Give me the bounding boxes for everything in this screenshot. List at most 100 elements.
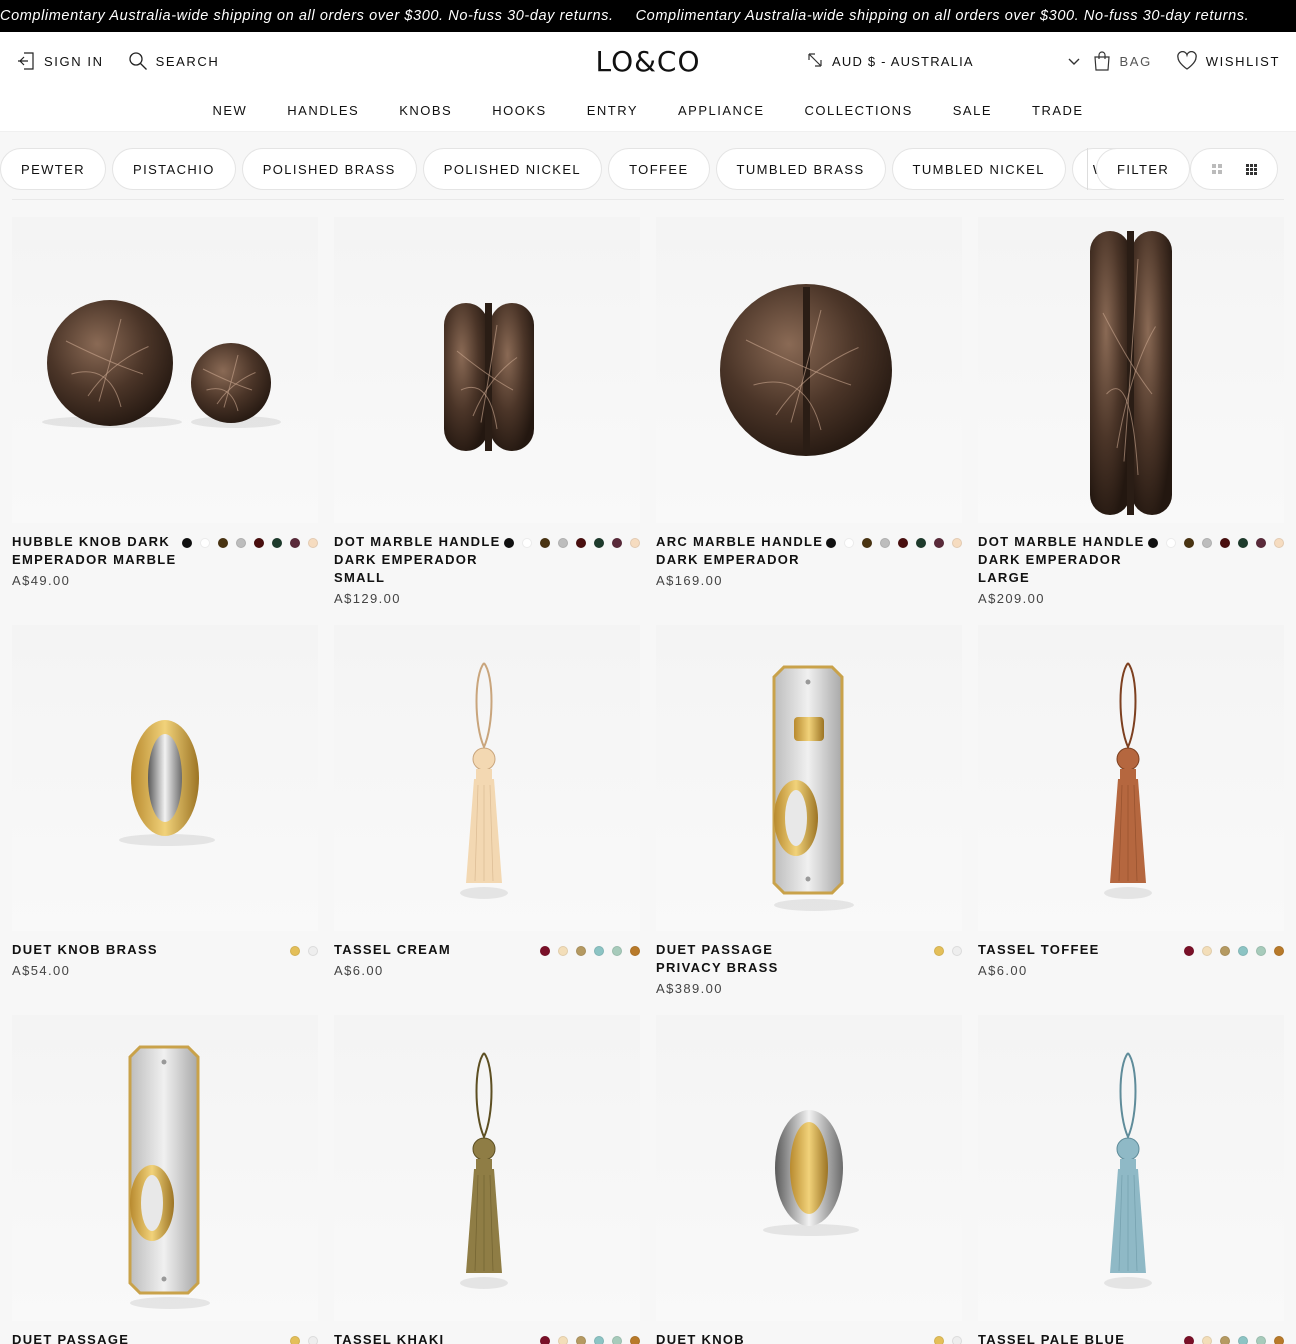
nav-item-handles[interactable]: HANDLES [267, 103, 379, 118]
duet-knob-nickel-image[interactable] [656, 1015, 962, 1321]
filter-chip-polished-nickel[interactable]: POLISHED NICKEL [422, 148, 603, 190]
color-swatch[interactable] [934, 946, 944, 956]
product-card[interactable]: DUET KNOB BRASS A$54.00 [12, 625, 318, 1015]
duet-passage-privacy-image[interactable] [656, 625, 962, 931]
color-swatch[interactable] [1202, 538, 1212, 548]
product-card[interactable]: DUET PASSAGE [12, 1015, 318, 1344]
color-swatch[interactable] [1274, 946, 1284, 956]
filter-chip-toffee[interactable]: TOFFEE [608, 148, 710, 190]
nav-item-collections[interactable]: COLLECTIONS [785, 103, 933, 118]
color-swatch[interactable] [1148, 538, 1158, 548]
color-swatch[interactable] [916, 538, 926, 548]
product-name[interactable]: TASSEL PALE BLUE [978, 1331, 1148, 1344]
color-swatch[interactable] [594, 538, 604, 548]
color-swatch[interactable] [1202, 1336, 1212, 1344]
color-swatch[interactable] [934, 538, 944, 548]
color-swatch[interactable] [934, 1336, 944, 1344]
product-name[interactable]: DUET PASSAGE [12, 1331, 182, 1344]
bag-button[interactable]: BAG [1092, 51, 1152, 71]
product-card[interactable]: TASSEL CREAM A$6.00 [334, 625, 640, 1015]
color-swatch[interactable] [952, 946, 962, 956]
filter-chip-tumbled-nickel[interactable]: TUMBLED NICKEL [891, 148, 1066, 190]
color-swatch[interactable] [594, 946, 604, 956]
color-swatch[interactable] [630, 1336, 640, 1344]
color-swatch[interactable] [540, 1336, 550, 1344]
product-name[interactable]: DUET KNOB BRASS [12, 941, 182, 959]
tassel-cream-image[interactable] [334, 625, 640, 931]
color-swatch[interactable] [1256, 538, 1266, 548]
tassel-khaki-image[interactable] [334, 1015, 640, 1321]
product-card[interactable]: DUET KNOB [656, 1015, 962, 1344]
color-swatch[interactable] [1220, 538, 1230, 548]
search-button[interactable]: SEARCH [128, 51, 220, 71]
product-name[interactable]: HUBBLE KNOB DARK EMPERADOR MARBLE [12, 533, 182, 569]
filter-chip-pistachio[interactable]: PISTACHIO [112, 148, 236, 190]
color-swatch[interactable] [1238, 946, 1248, 956]
color-swatch[interactable] [1274, 538, 1284, 548]
product-name[interactable]: TASSEL TOFFEE [978, 941, 1148, 959]
marble-dot-handle-small-image[interactable] [334, 217, 640, 523]
product-name[interactable]: TASSEL CREAM [334, 941, 504, 959]
color-swatch[interactable] [290, 946, 300, 956]
product-name[interactable]: TASSEL KHAKI [334, 1331, 504, 1344]
color-swatch[interactable] [612, 1336, 622, 1344]
color-swatch[interactable] [1220, 1336, 1230, 1344]
grid-2-icon[interactable] [1211, 164, 1222, 174]
filter-button[interactable]: FILTER [1096, 148, 1191, 190]
nav-item-knobs[interactable]: KNOBS [379, 103, 472, 118]
color-swatch[interactable] [1220, 946, 1230, 956]
color-swatch[interactable] [1238, 1336, 1248, 1344]
color-swatch[interactable] [1184, 946, 1194, 956]
tassel-toffee-image[interactable] [978, 625, 1284, 931]
nav-item-hooks[interactable]: HOOKS [472, 103, 566, 118]
color-swatch[interactable] [540, 946, 550, 956]
color-swatch[interactable] [630, 946, 640, 956]
product-card[interactable]: TASSEL TOFFEE A$6.00 [978, 625, 1284, 1015]
product-name[interactable]: DUET PASSAGE PRIVACY BRASS [656, 941, 826, 977]
filter-chip-polished-brass[interactable]: POLISHED BRASS [241, 148, 417, 190]
color-swatch[interactable] [236, 538, 246, 548]
color-swatch[interactable] [558, 946, 568, 956]
product-card[interactable]: HUBBLE KNOB DARK EMPERADOR MARBLE A$49.00 [12, 217, 318, 625]
marble-arc-handle-image[interactable] [656, 217, 962, 523]
color-swatch[interactable] [952, 538, 962, 548]
color-swatch[interactable] [612, 538, 622, 548]
product-name[interactable]: DUET KNOB [656, 1331, 826, 1344]
product-card[interactable]: TASSEL PALE BLUE [978, 1015, 1284, 1344]
color-swatch[interactable] [558, 1336, 568, 1344]
color-swatch[interactable] [218, 538, 228, 548]
color-swatch[interactable] [290, 538, 300, 548]
color-swatch[interactable] [594, 1336, 604, 1344]
color-swatch[interactable] [1184, 538, 1194, 548]
color-swatch[interactable] [952, 1336, 962, 1344]
color-swatch[interactable] [1202, 946, 1212, 956]
marble-dot-handle-large-image[interactable] [978, 217, 1284, 523]
currency-selector[interactable]: AUD $ - AUSTRALIA [806, 32, 1080, 90]
color-swatch[interactable] [1238, 538, 1248, 548]
grid-3-icon[interactable] [1245, 163, 1257, 175]
color-swatch[interactable] [1256, 946, 1266, 956]
nav-item-entry[interactable]: ENTRY [567, 103, 658, 118]
color-swatch[interactable] [862, 538, 872, 548]
color-swatch[interactable] [182, 538, 192, 548]
color-swatch[interactable] [1256, 1336, 1266, 1344]
product-card[interactable]: DOT MARBLE HANDLE DARK EMPERADOR LARGE A$… [978, 217, 1284, 625]
color-swatch[interactable] [1166, 538, 1176, 548]
tassel-pale-blue-image[interactable] [978, 1015, 1284, 1321]
product-card[interactable]: TASSEL KHAKI [334, 1015, 640, 1344]
color-swatch[interactable] [308, 1336, 318, 1344]
color-swatch[interactable] [826, 538, 836, 548]
color-swatch[interactable] [612, 946, 622, 956]
color-swatch[interactable] [576, 538, 586, 548]
color-swatch[interactable] [558, 538, 568, 548]
color-swatch[interactable] [522, 538, 532, 548]
product-name[interactable]: DOT MARBLE HANDLE DARK EMPERADOR SMALL [334, 533, 504, 587]
duet-passage-image[interactable] [12, 1015, 318, 1321]
marble-spheres-image[interactable] [12, 217, 318, 523]
wishlist-button[interactable]: WISHLIST [1176, 51, 1280, 71]
color-swatch[interactable] [504, 538, 514, 548]
nav-item-trade[interactable]: TRADE [1012, 103, 1104, 118]
color-swatch[interactable] [200, 538, 210, 548]
color-swatch[interactable] [880, 538, 890, 548]
color-swatch[interactable] [576, 946, 586, 956]
